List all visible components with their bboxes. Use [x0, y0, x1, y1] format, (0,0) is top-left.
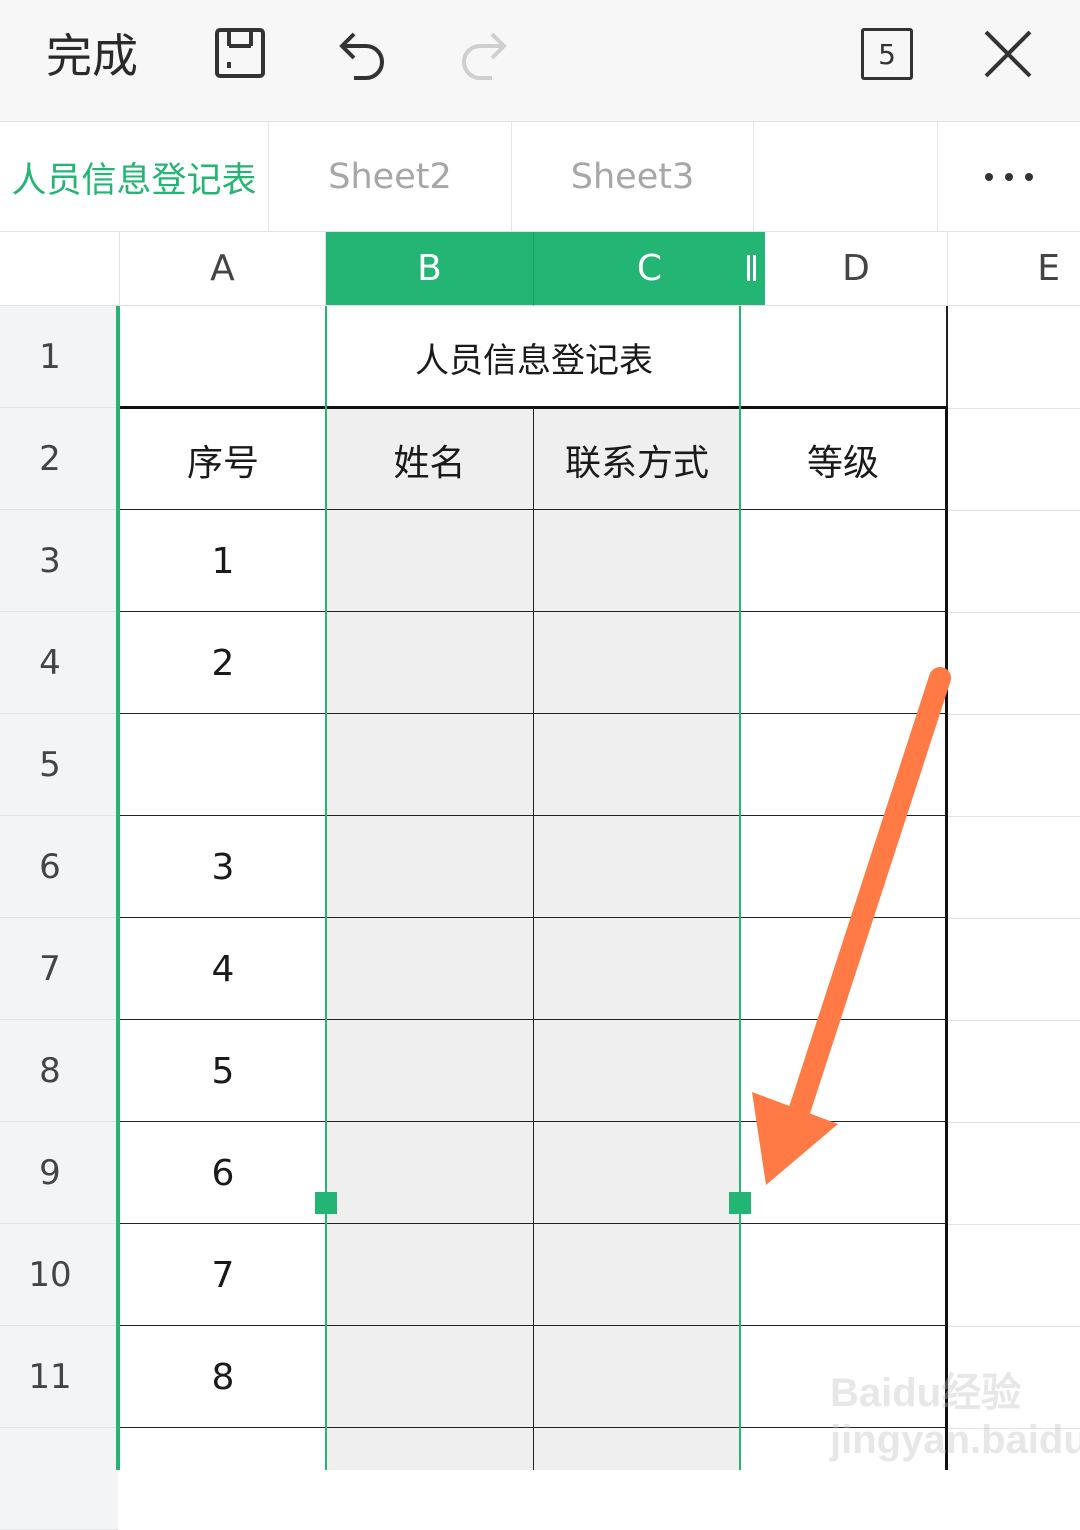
title-cell-right-border — [946, 306, 948, 408]
undo-icon[interactable] — [330, 24, 394, 88]
column-header-a[interactable]: A — [120, 232, 326, 306]
column-header-e[interactable]: E — [948, 232, 1080, 306]
done-button[interactable]: 完成 — [46, 26, 138, 86]
grid-line — [948, 918, 1080, 919]
grid-line — [948, 1326, 1080, 1327]
toolbar: 完成 5 — [0, 0, 1080, 122]
serial-cell[interactable]: 7 — [120, 1224, 326, 1326]
selection-handle-right[interactable] — [729, 1192, 751, 1214]
row-header-6[interactable]: 6 — [0, 816, 118, 918]
redo-icon[interactable] — [452, 24, 516, 88]
selection-border-right — [739, 306, 741, 1470]
header-cell-contact[interactable]: 联系方式 — [534, 409, 740, 511]
serial-cell[interactable]: 1 — [120, 510, 326, 612]
grid-line — [948, 1224, 1080, 1225]
serial-cell[interactable]: 2 — [120, 612, 326, 714]
row-header-11[interactable]: 11 — [0, 1326, 118, 1428]
sheet-tabs: 人员信息登记表 Sheet2 Sheet3 — [0, 122, 1080, 232]
grid-line — [533, 408, 534, 1470]
grid-line — [948, 510, 1080, 511]
tab-empty-slot — [754, 122, 938, 232]
select-all-corner[interactable] — [0, 232, 120, 306]
sheet-title-cell[interactable]: 人员信息登记表 — [120, 306, 948, 408]
grid-line — [948, 1428, 1080, 1429]
selection-border-left — [325, 306, 327, 1470]
row-header-12[interactable] — [0, 1428, 118, 1530]
grid-line — [948, 612, 1080, 613]
row-header-1[interactable]: 1 — [0, 306, 118, 408]
header-cell-name[interactable]: 姓名 — [326, 409, 533, 511]
header-cell-serial[interactable]: 序号 — [120, 409, 326, 511]
column-header-d[interactable]: D — [765, 232, 948, 306]
row-header-4[interactable]: 4 — [0, 612, 118, 714]
serial-cell[interactable]: 3 — [120, 816, 326, 918]
row-header-5[interactable]: 5 — [0, 714, 118, 816]
row-header-3[interactable]: 3 — [0, 510, 118, 612]
grid-line — [948, 1122, 1080, 1123]
selection-handle-left[interactable] — [315, 1192, 337, 1214]
save-icon[interactable] — [208, 24, 272, 88]
row-header-7[interactable]: 7 — [0, 918, 118, 1020]
tab-sheet-1[interactable]: 人员信息登记表 — [0, 122, 269, 232]
header-cell-level[interactable]: 等级 — [740, 409, 946, 511]
row-header-8[interactable]: 8 — [0, 1020, 118, 1122]
grid-line — [948, 408, 1080, 409]
row-header-2[interactable]: 2 — [0, 408, 118, 510]
column-header-c[interactable]: C — [534, 232, 765, 306]
close-icon[interactable] — [976, 24, 1040, 88]
serial-cell[interactable]: 4 — [120, 918, 326, 1020]
column-header-b[interactable]: B — [326, 232, 534, 306]
serial-cell[interactable]: 8 — [120, 1326, 326, 1428]
serial-cell[interactable]: 6 — [120, 1122, 326, 1224]
grid-line — [948, 714, 1080, 715]
grid-line — [948, 1020, 1080, 1021]
row-header-10[interactable]: 10 — [0, 1224, 118, 1326]
grid-line — [948, 816, 1080, 817]
tab-sheet-2[interactable]: Sheet2 — [269, 122, 512, 232]
serial-cell[interactable]: 5 — [120, 1020, 326, 1122]
tab-sheet-3[interactable]: Sheet3 — [512, 122, 754, 232]
more-icon[interactable] — [938, 122, 1080, 232]
sheet-count-icon[interactable]: 5 — [861, 28, 913, 80]
column-resize-handle[interactable] — [747, 255, 756, 281]
row-header-9[interactable]: 9 — [0, 1122, 118, 1224]
serial-cell[interactable] — [120, 714, 326, 816]
